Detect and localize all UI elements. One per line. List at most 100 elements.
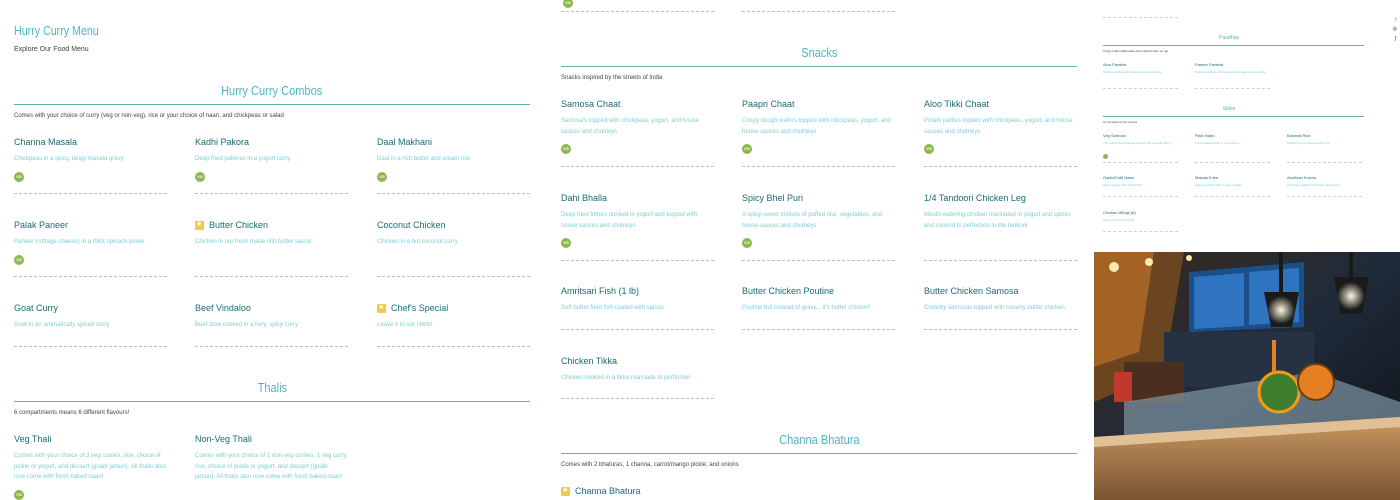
section-divider xyxy=(1103,45,1364,46)
item-divider xyxy=(1103,231,1178,232)
restaurant-interior-photo xyxy=(1094,252,1400,500)
vegan-icon: VG xyxy=(561,144,571,154)
menu-item[interactable]: Masala Fries Seasoned fries with a spicy… xyxy=(1195,175,1270,188)
menu-item[interactable]: Paapri Chaat Crispy dough wafers topped … xyxy=(742,99,895,155)
item-divider xyxy=(377,276,530,277)
menu-item[interactable]: Daal Makhani Daal in a rich butter and c… xyxy=(377,137,530,183)
menu-item[interactable]: Aloo Tikki Chaat Potato patties topped w… xyxy=(924,99,1077,155)
vegan-icon: VG xyxy=(561,238,571,248)
section-divider xyxy=(14,104,530,105)
vegan-icon: VG xyxy=(14,489,24,500)
vegan-icon: VG xyxy=(742,238,752,248)
menu-item[interactable]: Spicy Bhel Puri A spicy-sweet mixture of… xyxy=(742,193,895,249)
menu-item[interactable]: Chef's Special Leave it to our chefs! xyxy=(377,303,530,331)
menu-item[interactable]: Butter Chicken Chicken in our fresh made… xyxy=(195,220,348,248)
instagram-icon[interactable]: ◎ xyxy=(1393,26,1397,32)
section-divider xyxy=(14,401,530,402)
section-desc-combos: Comes with your choice of curry (veg or … xyxy=(14,113,284,119)
item-divider xyxy=(561,329,714,330)
menu-column-right: ♪ ◎ ƒ Parathas Crispy Indian flatbreads … xyxy=(1094,0,1400,500)
section-divider xyxy=(561,66,1077,67)
item-divider xyxy=(924,166,1077,167)
menu-item[interactable]: Basmati Rice Steaming hot basmati white … xyxy=(1287,133,1362,146)
item-divider xyxy=(742,166,895,167)
item-divider xyxy=(14,346,167,347)
menu-item[interactable]: Palak Paneer Paneer (cottage cheese) in … xyxy=(14,220,167,266)
menu-item[interactable]: Coconut Chicken Chicken in a hot coconut… xyxy=(377,220,530,248)
vegan-icon: VG xyxy=(377,171,387,182)
vegan-icon: VG xyxy=(14,171,24,182)
menu-item[interactable]: Garlic/Chilli Naan Naan topped with garl… xyxy=(1103,175,1178,188)
menu-item[interactable]: Non-Veg Thali Comes with your choice of … xyxy=(195,434,348,483)
menu-subtitle: Explore Our Food Menu xyxy=(14,46,89,53)
item-divider xyxy=(1287,196,1362,197)
menu-item[interactable]: Butter Chicken Poutine Poutine but inste… xyxy=(742,286,895,314)
item-divider xyxy=(1103,17,1178,18)
menu-item[interactable]: Samosa Chaat Samosa's topped with chickp… xyxy=(561,99,714,155)
item-divider xyxy=(561,11,714,12)
section-desc-snacks: Snacks inspired by the streets of India xyxy=(561,75,663,81)
menu-item[interactable]: Dahi Bhalla Deep fried fritters dunked i… xyxy=(561,193,714,249)
menu-item[interactable]: 1/4 Tandoori Chicken Leg Mouth-watering … xyxy=(924,193,1077,231)
menu-item[interactable]: Kadhi Pakora Deep fried pakoras in a yog… xyxy=(195,137,348,183)
menu-title: Hurry Curry Menu xyxy=(14,23,99,38)
item-divider xyxy=(1195,162,1270,163)
menu-item[interactable]: Chicken Tikka Chicken cooked in a tikka … xyxy=(561,356,714,384)
item-divider xyxy=(14,193,167,194)
section-desc-thalis: 6 compartments means 6 different flavour… xyxy=(14,410,130,416)
item-divider xyxy=(1103,162,1178,163)
menu-item[interactable]: Amritsari Fish (1 lb) Soft butter fried … xyxy=(561,286,714,314)
section-desc-channa: Comes with 2 bhaturas, 1 channa, carrot/… xyxy=(561,462,739,468)
item-divider xyxy=(1103,88,1178,89)
menu-item[interactable]: Goat Curry Goat in an aromatically spice… xyxy=(14,303,167,331)
menu-item[interactable]: Aloo Paratha Paratha stuffed with a flav… xyxy=(1103,62,1178,75)
item-divider xyxy=(195,346,348,347)
item-divider xyxy=(195,193,348,194)
menu-item[interactable]: Butter Chicken Samosa Crunchy samosas to… xyxy=(924,286,1077,314)
vegan-icon: VG xyxy=(195,171,205,182)
item-divider xyxy=(14,276,167,277)
vegan-icon: VG xyxy=(742,144,752,154)
item-divider xyxy=(924,260,1077,261)
menu-item[interactable]: Amritsari Kulcha Soft naan stuffed with … xyxy=(1287,175,1362,188)
item-divider xyxy=(1195,88,1270,89)
menu-item[interactable]: Channa Bhatura xyxy=(561,486,714,496)
section-divider xyxy=(1103,116,1364,117)
section-title-snacks: Snacks xyxy=(800,45,838,60)
section-title-thalis: Thalis xyxy=(257,380,287,395)
vegan-icon: VG xyxy=(563,0,573,8)
menu-item[interactable]: Plain Naan Fresh baked bread in the tand… xyxy=(1195,133,1270,146)
item-divider xyxy=(377,193,530,194)
item-divider xyxy=(1103,196,1178,197)
facebook-icon[interactable]: ƒ xyxy=(1394,36,1397,42)
popular-star-icon xyxy=(195,220,204,230)
item-divider xyxy=(742,11,895,12)
section-title-sides: Sides xyxy=(1222,106,1236,112)
menu-item[interactable]: Veg Samosa The classic fried triangle st… xyxy=(1103,133,1178,164)
section-title-parathas: Parathas xyxy=(1218,35,1239,41)
menu-item[interactable]: Channa Masala Chickpeas in a spicy, tang… xyxy=(14,137,167,183)
menu-item[interactable]: Veg Thali Comes with your choice of 3 ve… xyxy=(14,434,167,500)
vegan-icon: VG xyxy=(14,254,24,265)
item-divider xyxy=(561,398,714,399)
item-divider xyxy=(742,260,895,261)
popular-star-icon xyxy=(377,303,386,313)
item-divider xyxy=(561,166,714,167)
item-divider xyxy=(1195,196,1270,197)
tiktok-icon[interactable]: ♪ xyxy=(1395,16,1398,22)
menu-item[interactable]: Paneer Paratha Paratha stuffed with a fl… xyxy=(1195,62,1270,75)
item-divider xyxy=(195,276,348,277)
vegan-icon xyxy=(1103,154,1108,159)
popular-star-icon xyxy=(561,486,570,496)
item-divider xyxy=(561,260,714,261)
item-divider xyxy=(742,329,895,330)
section-title-channa: Channa Bhatura xyxy=(778,432,860,447)
item-divider xyxy=(924,329,1077,330)
menu-item[interactable]: Beef Vindaloo Beef slow cooked in a fier… xyxy=(195,303,348,331)
item-divider xyxy=(377,346,530,347)
section-title-combos: Hurry Curry Combos xyxy=(221,83,323,98)
section-divider xyxy=(561,453,1077,454)
vegan-icon: VG xyxy=(924,144,934,154)
menu-item[interactable]: Chicken Wings (6) Wings of chicken wings xyxy=(1103,210,1178,223)
item-divider xyxy=(1287,162,1362,163)
